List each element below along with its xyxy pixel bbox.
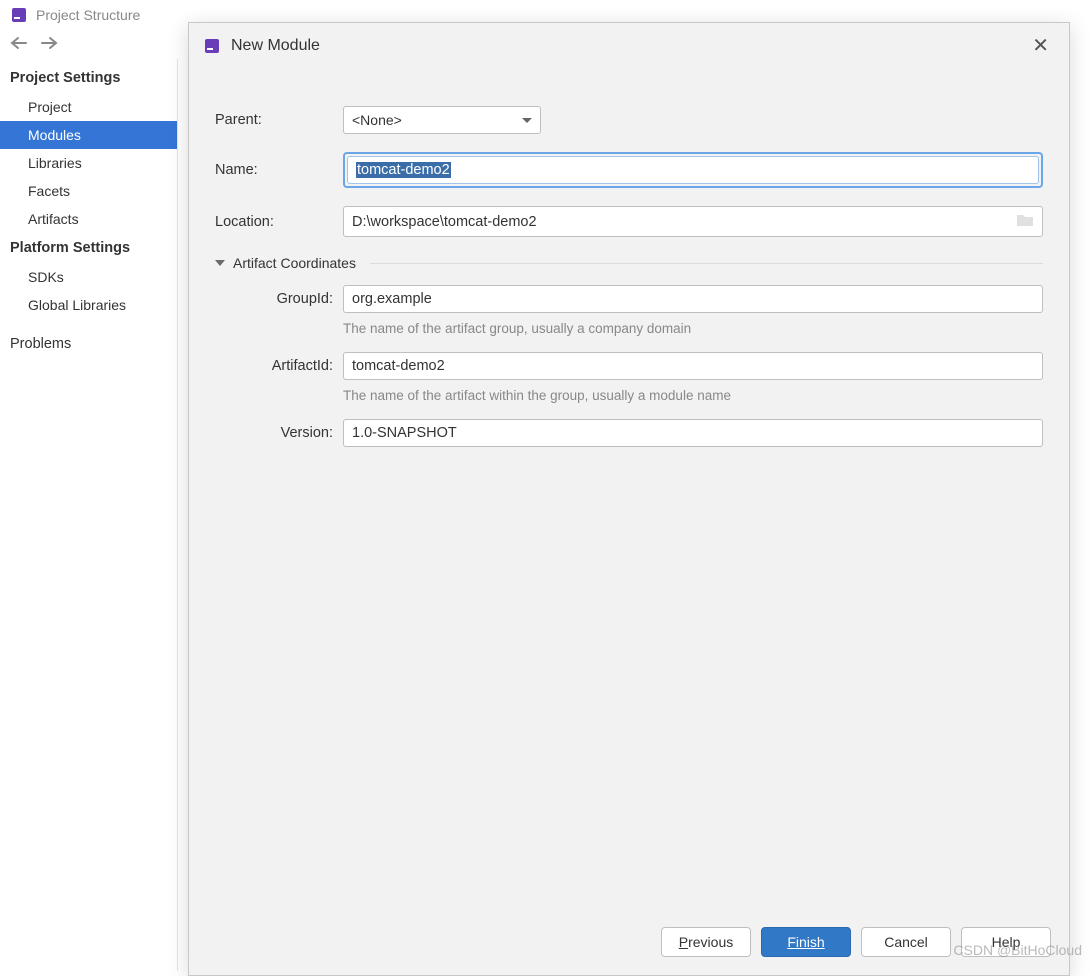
groupid-input[interactable] [343,285,1043,313]
artifact-coordinates-label: Artifact Coordinates [233,255,356,271]
chevron-down-icon [522,118,532,123]
location-label: Location: [215,214,343,230]
artifactid-input[interactable] [343,352,1043,380]
sidebar-item-modules[interactable]: Modules [0,121,177,149]
help-button[interactable]: Help [961,927,1051,957]
nav-forward-button[interactable] [40,36,58,53]
groupid-hint: The name of the artifact group, usually … [215,321,1043,336]
nav-back-button[interactable] [10,36,28,53]
sidebar: Project Settings Project Modules Librari… [0,59,178,971]
sidebar-item-project[interactable]: Project [0,93,177,121]
version-label: Version: [215,425,343,441]
cancel-button[interactable]: Cancel [861,927,951,957]
parent-label: Parent: [215,112,343,128]
close-button[interactable]: ✕ [1026,33,1055,58]
sidebar-item-libraries[interactable]: Libraries [0,149,177,177]
sidebar-item-problems[interactable]: Problems [0,329,177,359]
dialog-body: Parent: <None> Name: tomcat-demo2 Locati… [189,66,1069,927]
window-title: Project Structure [36,7,140,23]
location-input[interactable]: D:\workspace\tomcat-demo2 [343,206,1043,237]
groupid-label: GroupId: [215,291,343,307]
artifactid-hint: The name of the artifact within the grou… [215,388,1043,403]
parent-dropdown[interactable]: <None> [343,106,541,134]
sidebar-item-artifacts[interactable]: Artifacts [0,205,177,233]
intellij-icon [10,6,28,24]
finish-button[interactable]: Finish [761,927,851,957]
location-value: D:\workspace\tomcat-demo2 [352,214,1016,230]
sidebar-heading-project: Project Settings [0,63,177,93]
intellij-icon [203,37,221,55]
partial-editor-peek [1070,0,1090,976]
sidebar-item-sdks[interactable]: SDKs [0,263,177,291]
chevron-down-icon [215,260,225,266]
sidebar-heading-platform: Platform Settings [0,233,177,263]
parent-value: <None> [352,112,402,128]
artifactid-label: ArtifactId: [215,358,343,374]
divider [370,263,1043,264]
folder-browse-icon[interactable] [1016,212,1034,231]
artifact-coordinates-toggle[interactable]: Artifact Coordinates [215,255,1043,271]
dialog-title: New Module [231,37,320,55]
previous-button[interactable]: Previous [661,927,751,957]
name-label: Name: [215,162,343,178]
dialog-footer: Previous Finish Cancel Help [189,927,1069,975]
sidebar-item-facets[interactable]: Facets [0,177,177,205]
sidebar-item-global-libraries[interactable]: Global Libraries [0,291,177,319]
name-input[interactable]: tomcat-demo2 [347,156,1039,184]
dialog-title-bar: New Module ✕ [189,23,1069,66]
new-module-dialog: New Module ✕ Parent: <None> Name: tomcat… [188,22,1070,976]
version-input[interactable] [343,419,1043,447]
